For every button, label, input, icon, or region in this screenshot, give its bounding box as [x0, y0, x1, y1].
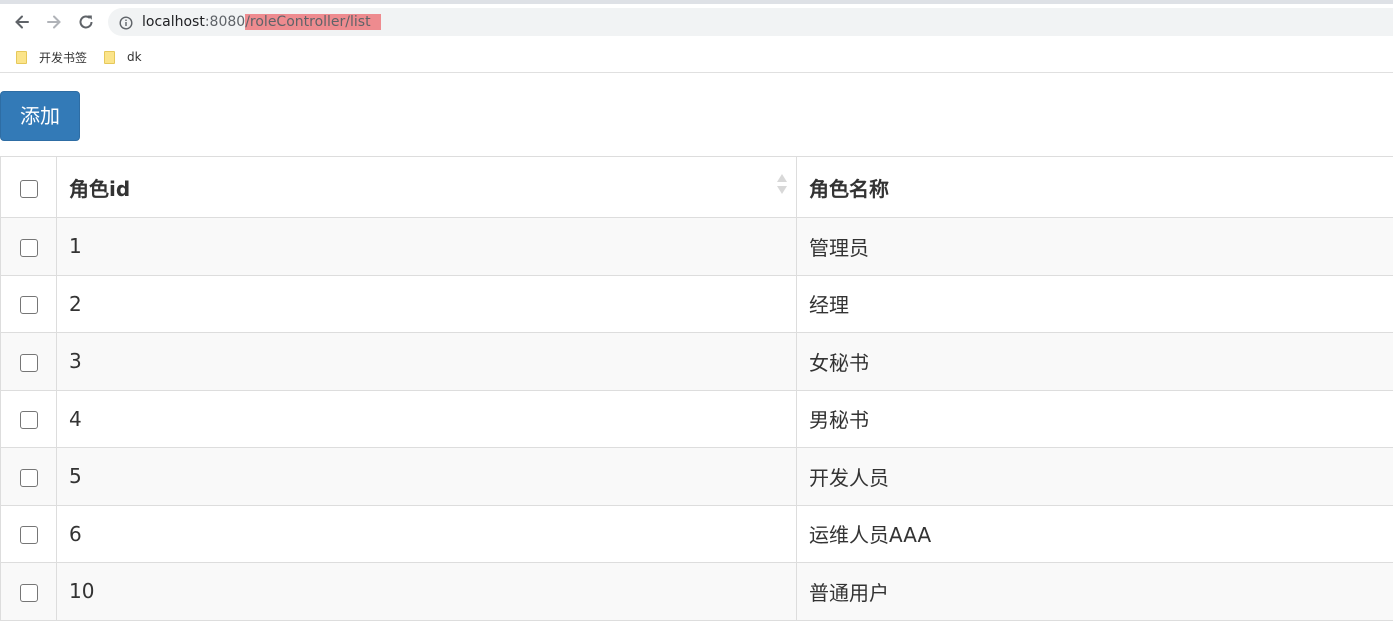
bookmark-label: 开发书签 [39, 50, 88, 65]
header-role-name: 角色名称 [796, 156, 1393, 218]
bookmark-dev[interactable]: 开发书签 [16, 47, 87, 67]
row-checkbox[interactable] [19, 411, 38, 430]
table-row[interactable]: 6 运维人员AAA [0, 504, 1393, 563]
url-host: localhost [142, 14, 205, 30]
role-id-cell: 5 [56, 447, 797, 506]
header-check-cell [0, 156, 57, 218]
roles-table: 角色id 角色名称 1 管理员 2 经理 3 女秘书 4 男秘书 5 开发人员 … [0, 156, 1393, 621]
row-check-cell [0, 562, 57, 621]
role-id-cell: 6 [56, 504, 797, 563]
role-name-cell: 运维人员AAA [796, 504, 1393, 563]
header-role-id-label: 角色id [69, 176, 131, 201]
role-id-cell: 10 [56, 562, 797, 621]
row-checkbox[interactable] [19, 526, 38, 545]
url-text[interactable]: localhost:8080/roleController/list [142, 13, 381, 31]
table-row[interactable]: 3 女秘书 [0, 332, 1393, 391]
info-icon[interactable] [119, 15, 133, 30]
tab-strip-edge [0, 0, 1393, 4]
url-path-highlight: /roleController/list [245, 14, 381, 30]
row-checkbox[interactable] [19, 238, 38, 257]
role-id-cell: 2 [56, 274, 797, 333]
row-check-cell [0, 389, 57, 448]
header-role-id[interactable]: 角色id [56, 156, 797, 218]
address-bar[interactable]: localhost:8080/roleController/list [108, 8, 1393, 36]
row-checkbox[interactable] [19, 353, 38, 372]
row-checkbox[interactable] [19, 583, 38, 602]
role-id-cell: 4 [56, 389, 797, 448]
role-name-cell: 普通用户 [796, 562, 1393, 621]
role-name-cell: 男秘书 [796, 389, 1393, 448]
bookmarks-bar: 开发书签 dk [0, 42, 1393, 73]
role-name-cell: 开发人员 [796, 447, 1393, 506]
table-header-row: 角色id 角色名称 [0, 156, 1393, 218]
table-row[interactable]: 4 男秘书 [0, 389, 1393, 448]
table-row[interactable]: 1 管理员 [0, 217, 1393, 276]
row-check-cell [0, 332, 57, 391]
row-checkbox[interactable] [19, 468, 38, 487]
page-content: 添加 角色id 角色名称 1 管理员 2 经理 3 女秘书 4 男秘书 5 开发… [0, 73, 1393, 632]
table-row[interactable]: 5 开发人员 [0, 447, 1393, 506]
table-row[interactable]: 10 普通用户 [0, 562, 1393, 621]
table-row[interactable]: 2 经理 [0, 274, 1393, 333]
browser-toolbar: localhost:8080/roleController/list [0, 0, 1393, 42]
role-id-cell: 1 [56, 217, 797, 276]
sort-icon[interactable] [776, 173, 788, 195]
bookmark-label: dk [127, 50, 142, 64]
role-id-cell: 3 [56, 332, 797, 391]
row-check-cell [0, 447, 57, 506]
row-check-cell [0, 274, 57, 333]
folder-icon [104, 50, 115, 64]
reload-icon[interactable] [74, 10, 98, 34]
role-name-cell: 女秘书 [796, 332, 1393, 391]
back-icon[interactable] [10, 10, 34, 34]
row-check-cell [0, 504, 57, 563]
add-button[interactable]: 添加 [0, 91, 80, 141]
forward-icon[interactable] [42, 10, 66, 34]
bookmark-dk[interactable]: dk [104, 47, 142, 67]
row-checkbox[interactable] [19, 296, 38, 315]
row-check-cell [0, 217, 57, 276]
header-role-name-label: 角色名称 [809, 176, 889, 201]
folder-icon [16, 50, 27, 64]
role-name-cell: 经理 [796, 274, 1393, 333]
select-all-checkbox[interactable] [19, 179, 38, 198]
url-port: :8080 [204, 14, 246, 30]
role-name-cell: 管理员 [796, 217, 1393, 276]
